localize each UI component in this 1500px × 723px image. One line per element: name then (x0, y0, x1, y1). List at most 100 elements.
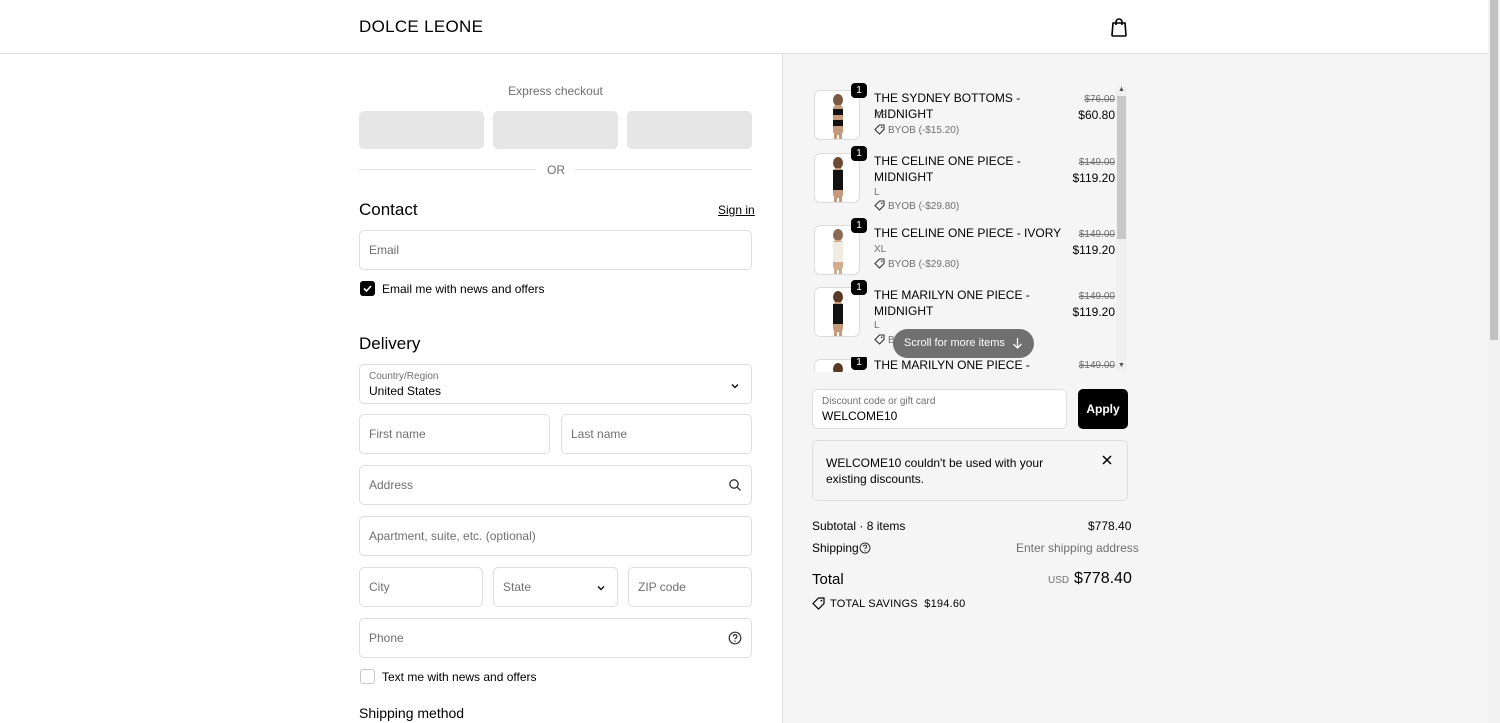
city-field[interactable]: City (359, 567, 483, 607)
express-pay-button-2[interactable] (493, 111, 618, 149)
item-name: THE MARILYN ONE PIECE - (874, 358, 1030, 372)
help-circle-icon[interactable] (859, 542, 871, 554)
tag-icon (874, 334, 885, 345)
discount-code-field[interactable]: Discount code or gift card WELCOME10 (812, 389, 1067, 429)
discount-code-value: WELCOME10 (822, 409, 898, 423)
item-discount-text: BYOB (-$15.20) (888, 125, 960, 136)
sign-in-link[interactable]: Sign in (718, 203, 755, 217)
divider-left (359, 169, 536, 170)
close-icon[interactable] (1101, 454, 1113, 466)
shipping-label: Shipping (812, 541, 859, 555)
currency-code: USD (1048, 575, 1070, 586)
chevron-down-icon (597, 586, 605, 591)
country-select[interactable]: Country/Region United States (359, 364, 752, 404)
email-news-checkbox[interactable] (360, 281, 375, 296)
page-scrollbar[interactable] (1488, 0, 1500, 723)
tag-icon (874, 258, 885, 269)
text-news-label: Text me with news and offers (382, 670, 537, 684)
item-original-price: $149.00 (1078, 360, 1115, 371)
total-value: $778.40 (1074, 570, 1132, 587)
total-savings-label: TOTAL SAVINGS (830, 598, 918, 610)
divider-right (575, 169, 752, 170)
address-field[interactable]: Address (359, 465, 752, 505)
tag-icon (812, 597, 825, 610)
item-original-price: $76.00 (1084, 94, 1115, 105)
item-variant: XL (874, 244, 887, 255)
item-discount: BYOB (-$15.20) (874, 124, 959, 136)
tag-icon (874, 124, 885, 135)
item-price: $119.20 (1072, 171, 1116, 185)
arrow-down-icon (1013, 338, 1022, 349)
phone-placeholder: Phone (369, 631, 404, 645)
items-scrollbar[interactable]: ▲ ▼ (1116, 86, 1127, 372)
scroll-up-arrow-icon[interactable]: ▲ (1118, 86, 1125, 93)
tag-icon (874, 200, 885, 211)
zip-placeholder: ZIP code (638, 580, 686, 594)
express-pay-button-1[interactable] (359, 111, 484, 149)
express-pay-button-3[interactable] (627, 111, 752, 149)
apartment-field[interactable]: Apartment, suite, etc. (optional) (359, 516, 752, 556)
item-discount: BYOB (-$29.80) (874, 200, 959, 212)
or-divider-text: OR (547, 163, 565, 177)
last-name-placeholder: Last name (571, 427, 628, 441)
search-icon (729, 479, 741, 491)
first-name-field[interactable]: First name (359, 414, 550, 454)
city-placeholder: City (369, 580, 390, 594)
item-price: $60.80 (1078, 108, 1115, 122)
address-placeholder: Address (369, 478, 414, 492)
item-price: $119.20 (1072, 243, 1116, 257)
site-header: DOLCE LEONE (0, 0, 1488, 54)
brand-logo[interactable]: DOLCE LEONE (359, 17, 483, 37)
item-discount: B (874, 334, 895, 346)
total-savings-value: $194.60 (924, 598, 966, 610)
contact-title: Contact (359, 200, 418, 219)
express-checkout-title: Express checkout (508, 84, 603, 98)
country-label: Country/Region (369, 371, 439, 382)
checkmark-icon (363, 285, 372, 293)
scroll-more-items-label: Scroll for more items (904, 337, 1005, 349)
shipping-value: Enter shipping address (1016, 541, 1139, 555)
item-variant: L (874, 187, 880, 198)
discount-error-notice: WELCOME10 couldn't be used with your exi… (812, 440, 1128, 501)
apply-button[interactable]: Apply (1078, 389, 1128, 429)
delivery-title: Delivery (359, 334, 421, 353)
email-placeholder: Email (369, 243, 400, 257)
phone-field[interactable]: Phone (359, 618, 752, 658)
zip-field[interactable]: ZIP code (628, 567, 752, 607)
discount-code-label: Discount code or gift card (822, 396, 936, 407)
email-field[interactable]: Email (359, 230, 752, 270)
item-variant: XS (874, 110, 888, 121)
item-name: THE CELINE ONE PIECE - IVORY (874, 226, 1062, 240)
item-discount-text: BYOB (-$29.80) (888, 259, 960, 270)
item-original-price: $149.00 (1078, 229, 1115, 240)
help-circle-icon[interactable] (728, 631, 742, 645)
scroll-down-arrow-icon[interactable]: ▼ (1118, 362, 1125, 369)
state-placeholder: State (503, 580, 532, 594)
item-price: $119.20 (1072, 305, 1116, 319)
last-name-field[interactable]: Last name (561, 414, 752, 454)
scroll-more-items-pill[interactable]: Scroll for more items (893, 329, 1034, 358)
quantity-badge: 1 (851, 218, 867, 233)
item-original-price: $149.00 (1078, 157, 1115, 168)
item-discount: BYOB (-$29.80) (874, 258, 959, 270)
quantity-badge: 1 (851, 357, 867, 370)
country-value: United States (369, 384, 442, 398)
subtotal-label: Subtotal · 8 items (812, 519, 906, 533)
state-select[interactable]: State (493, 567, 618, 607)
subtotal-value: $778.40 (1088, 519, 1132, 533)
email-news-label: Email me with news and offers (382, 282, 545, 296)
first-name-placeholder: First name (369, 427, 426, 441)
quantity-badge: 1 (851, 280, 867, 295)
item-name: THE SYDNEY BOTTOMS - MIDNIGHT (874, 91, 1021, 121)
quantity-badge: 1 (851, 83, 867, 98)
quantity-badge: 1 (851, 146, 867, 161)
apartment-placeholder: Apartment, suite, etc. (optional) (369, 529, 536, 543)
shopping-bag-icon[interactable] (1110, 17, 1128, 37)
discount-error-message: WELCOME10 couldn't be used with your exi… (826, 456, 1044, 486)
total-label: Total (812, 571, 844, 588)
item-discount-text: BYOB (-$29.80) (888, 201, 960, 212)
list-item: 1 THE CELINE ONE PIECE - MIDNIGHT L BYOB… (812, 146, 1117, 212)
text-news-checkbox[interactable] (360, 669, 375, 684)
chevron-down-icon (731, 384, 739, 389)
item-original-price: $149.00 (1078, 291, 1115, 302)
